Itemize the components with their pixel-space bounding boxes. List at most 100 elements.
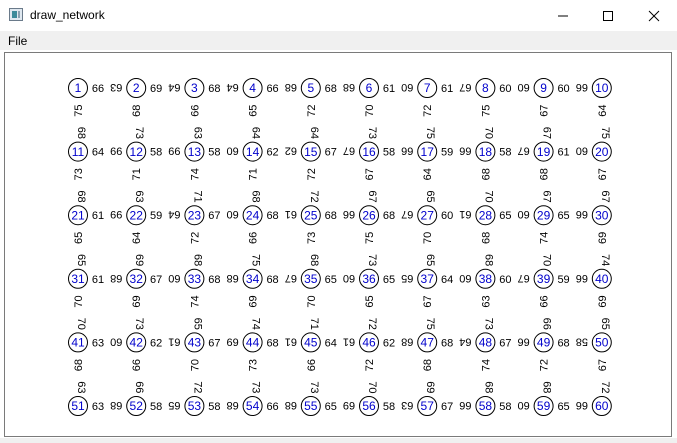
edge-weight: 74 (189, 295, 201, 307)
edge-weight: 70 (366, 381, 378, 393)
node-label: 39 (537, 272, 551, 286)
network-node: 53 (184, 396, 205, 416)
edge-weight: 69 (150, 83, 162, 95)
edge-weight: 63 (401, 399, 413, 411)
network-graph: 66 63 69 64 68 64 66 68 68 68 61 60 61 67 60 60 60 6664 99… (68, 78, 612, 416)
edge-weight: 70 (482, 190, 494, 202)
edge-weight: 74 (480, 359, 492, 371)
edge-label-h: 60 66 (557, 81, 588, 95)
edge-weight: 72 (422, 105, 434, 117)
network-node: 33 (184, 268, 205, 289)
edge-weight: 70 (482, 127, 494, 139)
network-node: 36 (359, 268, 379, 289)
close-button[interactable] (631, 0, 677, 31)
edge-weight: 65 (168, 399, 180, 411)
edge-weight: 72 (306, 168, 318, 180)
edge-label-h: 61 60 (383, 81, 414, 95)
edge-label-h: 58 60 (499, 399, 530, 413)
edge-label-v: 69 74 (248, 295, 262, 330)
edge-weight: 67 (541, 190, 553, 202)
network-node: 38 (475, 268, 496, 289)
edge-label-h: 58 60 (208, 145, 239, 159)
menu-file[interactable]: File (8, 34, 27, 48)
edge-label-v: 70 71 (306, 295, 320, 330)
network-node: 42 (126, 332, 147, 353)
node-label: 14 (246, 145, 260, 159)
edge-weight: 62 (383, 337, 395, 349)
network-node: 14 (242, 141, 263, 162)
edge-label-h: 65 66 (557, 208, 588, 222)
edge-weight: 66 (518, 335, 530, 347)
edge-weight: 70 (189, 359, 201, 371)
edge-label-v: 75 70 (480, 105, 494, 140)
node-label: 35 (304, 272, 318, 286)
node-label: 42 (130, 336, 144, 350)
edge-label-v: 68 69 (422, 359, 436, 394)
edge-weight: 75 (480, 105, 492, 117)
edge-weight: 70 (75, 318, 87, 330)
edge-weight: 68 (191, 254, 203, 266)
edge-weight: 66 (248, 232, 260, 244)
network-node: 20 (591, 141, 612, 162)
edge-weight: 72 (189, 232, 201, 244)
node-label: 20 (595, 145, 609, 159)
edge-weight: 68 (480, 168, 492, 180)
node-label: 8 (482, 81, 489, 95)
edge-weight: 69 (248, 295, 260, 307)
edge-label-v: 75 73 (364, 232, 378, 267)
edge-weight: 75 (73, 105, 85, 117)
network-node: 19 (533, 141, 554, 162)
minimize-button[interactable] (540, 0, 586, 31)
edge-weight: 67 (208, 210, 220, 222)
edge-weight: 61 (441, 83, 453, 95)
node-label: 36 (362, 272, 376, 286)
network-node: 57 (417, 396, 438, 416)
edge-weight: 75 (424, 318, 436, 330)
node-label: 23 (188, 208, 202, 222)
edge-weight: 60 (401, 81, 413, 93)
node-label: 33 (188, 272, 202, 286)
edge-weight: 68 (343, 81, 355, 93)
edge-weight: 62 (266, 147, 278, 159)
node-label: 44 (246, 336, 260, 350)
edge-weight: 64 (227, 81, 239, 93)
edge-weight: 66 (266, 401, 278, 413)
edge-label-h: 63 68 (92, 399, 123, 413)
edge-weight: 74 (539, 232, 551, 244)
edge-weight: 72 (308, 190, 320, 202)
edge-weight: 69 (597, 232, 609, 244)
edge-weight: 68 (422, 359, 434, 371)
edge-weight: 66 (133, 381, 145, 393)
edge-weight: 70 (422, 232, 434, 244)
edge-label-h: 68 68 (208, 272, 239, 286)
network-node: 12 (126, 141, 147, 162)
edge-label-v: 67 72 (597, 359, 611, 394)
network-node: 35 (300, 268, 321, 289)
edge-weight: 66 (131, 359, 143, 371)
edge-label-h: 67 66 (499, 335, 530, 349)
edge-weight: 58 (208, 147, 220, 159)
edge-weight: 68 (383, 210, 395, 222)
edge-label-h: 58 63 (383, 399, 414, 413)
edge-weight: 71 (248, 168, 260, 180)
edge-weight: 69 (597, 295, 609, 307)
node-label: 55 (304, 399, 318, 413)
network-node: 43 (184, 332, 205, 353)
node-label: 12 (130, 145, 144, 159)
network-node: 30 (591, 205, 612, 226)
edge-weight: 65 (248, 105, 260, 117)
edge-weight: 61 (285, 335, 297, 347)
edge-weight: 68 (266, 210, 278, 222)
edge-weight: 64 (131, 232, 143, 244)
network-node: 55 (300, 396, 321, 416)
edge-weight: 65 (383, 274, 395, 286)
maximize-button[interactable] (585, 0, 631, 31)
node-label: 30 (595, 208, 609, 222)
edge-weight: 73 (366, 254, 378, 266)
title-bar[interactable]: draw_network (0, 0, 677, 31)
node-label: 56 (362, 399, 376, 413)
node-label: 2 (133, 81, 140, 95)
edge-weight: 68 (325, 210, 337, 222)
edge-label-h: 62 62 (266, 145, 297, 159)
edge-label-v: 71 68 (248, 168, 262, 203)
